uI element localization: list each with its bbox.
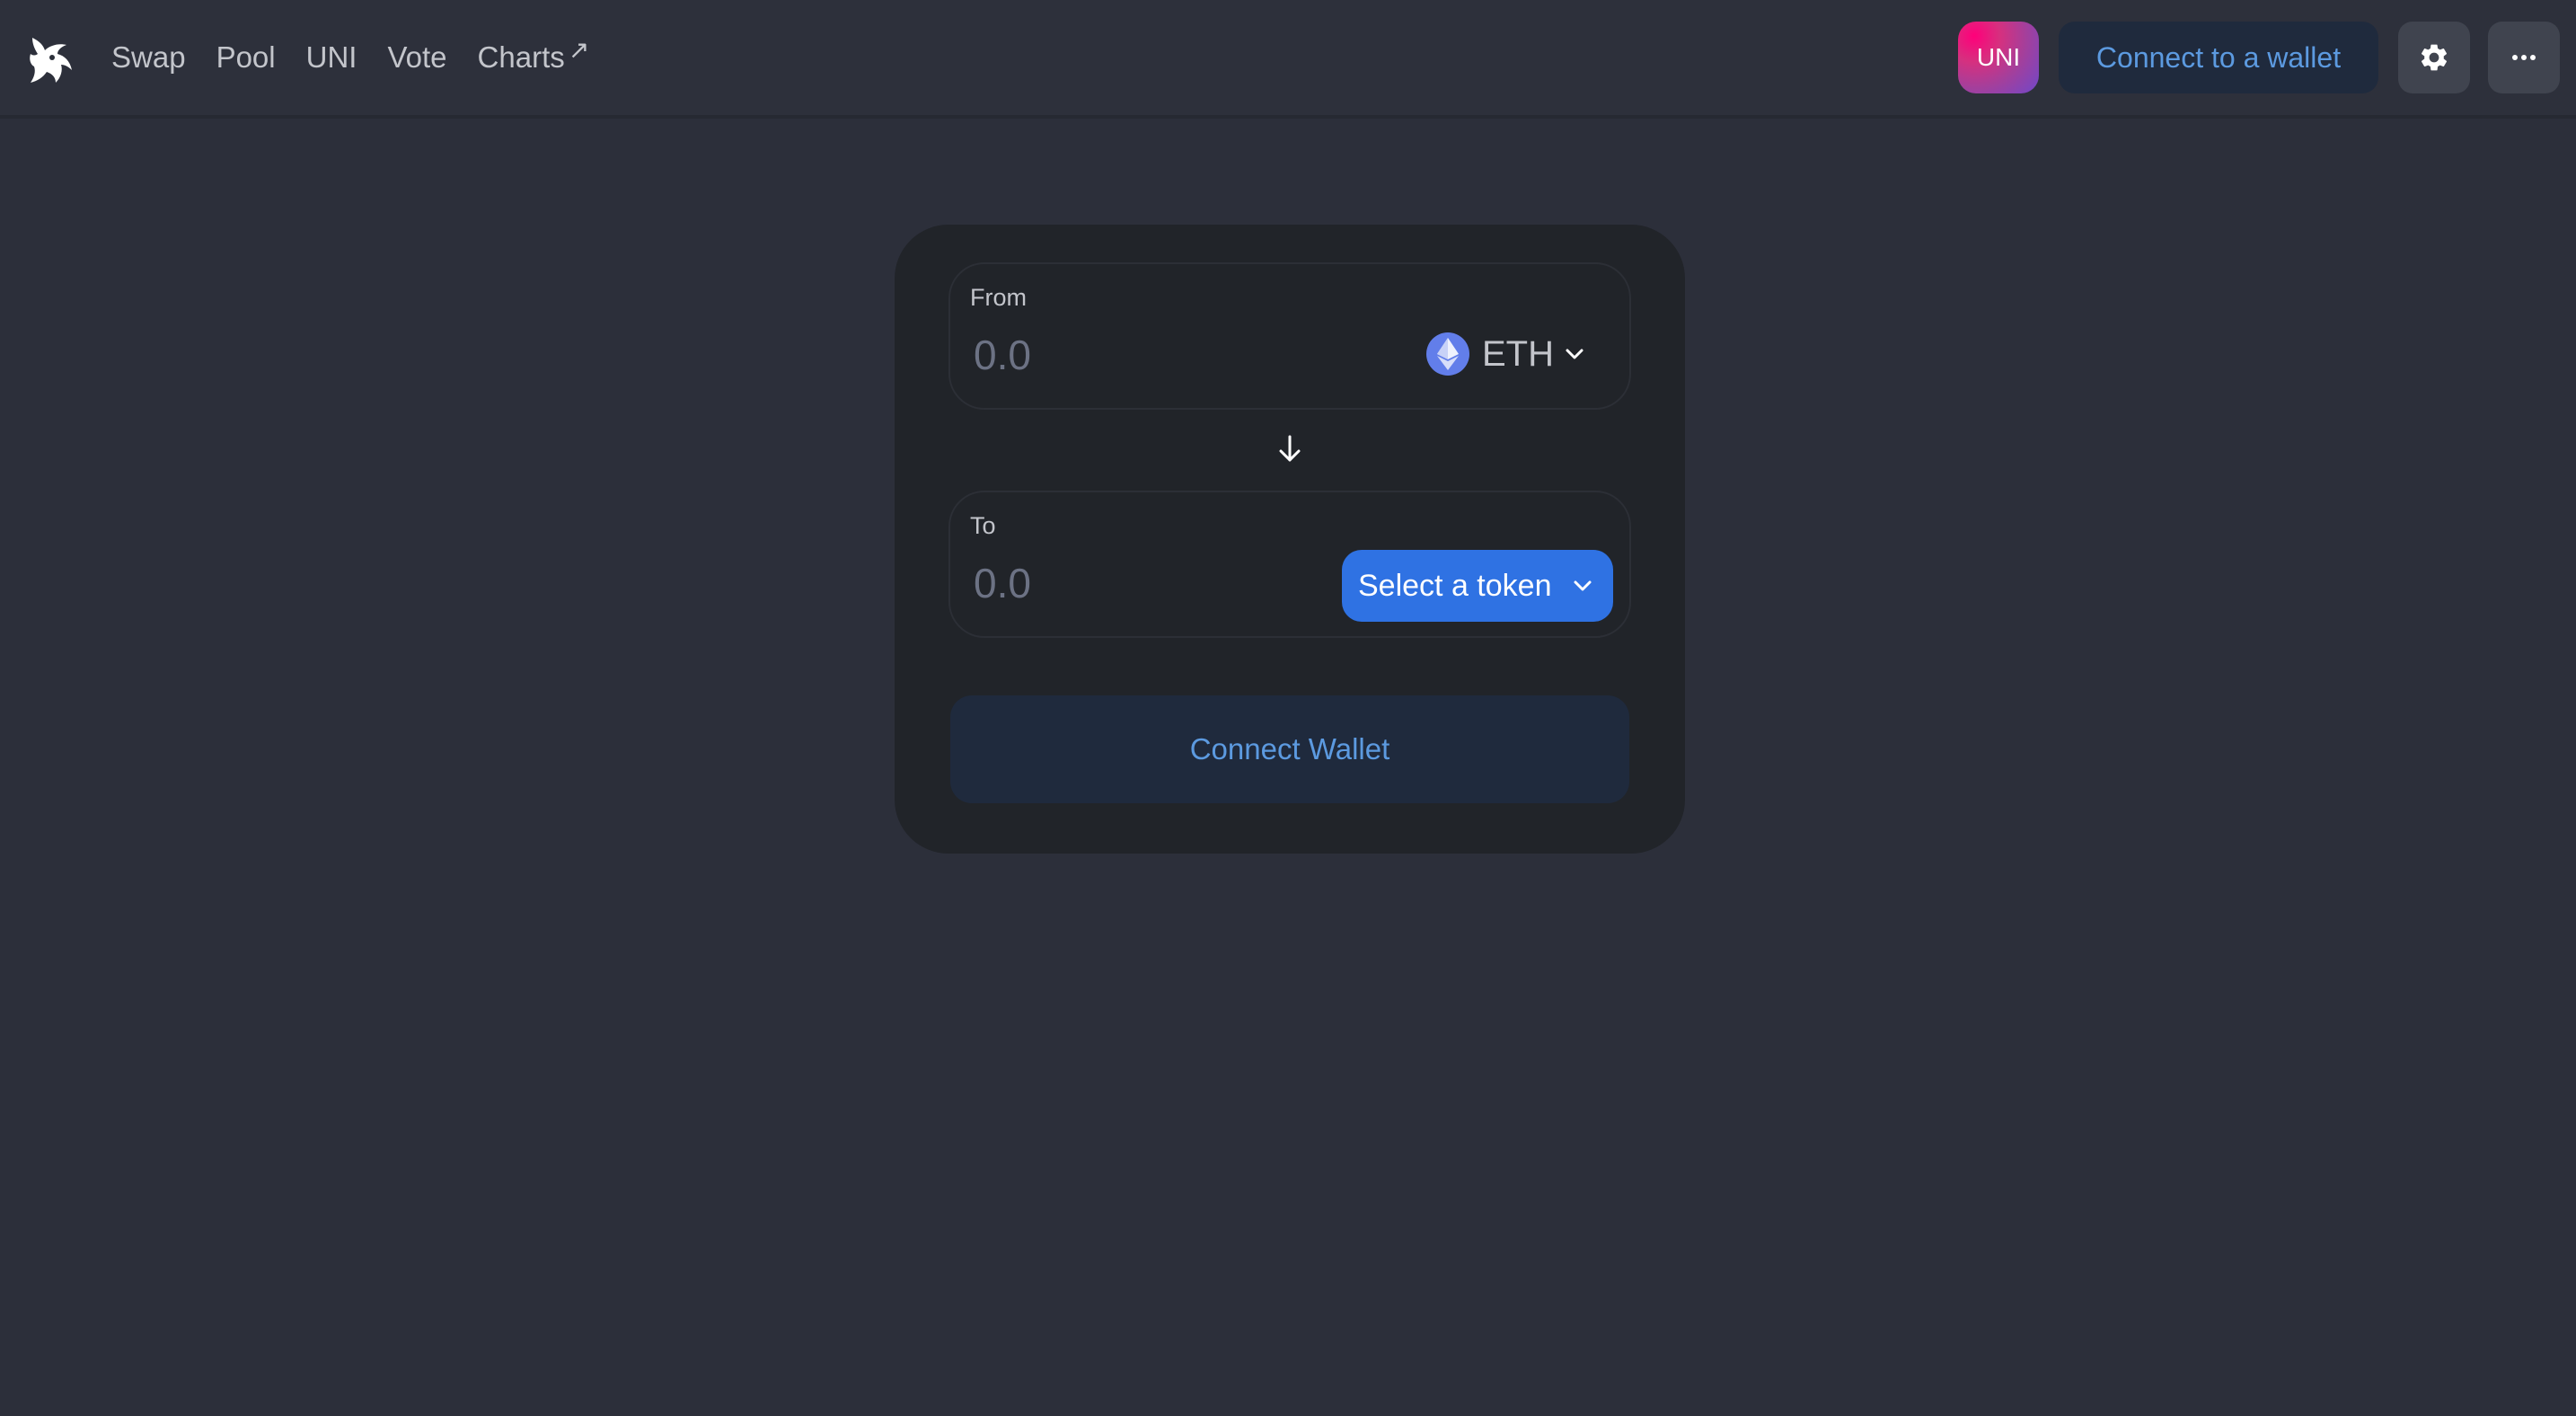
from-panel: From ETH — [948, 262, 1631, 410]
uni-token-badge[interactable]: UNI — [1958, 22, 2039, 93]
nav-charts-label: Charts — [477, 40, 565, 74]
connect-to-wallet-button[interactable]: Connect to a wallet — [2059, 22, 2378, 93]
to-amount-input[interactable] — [974, 559, 1351, 607]
to-panel: To Select a token — [948, 491, 1631, 638]
select-token-label: Select a token — [1358, 568, 1552, 603]
swap-card: From ETH To Select a token — [895, 225, 1685, 854]
uniswap-unicorn-logo[interactable] — [25, 32, 75, 86]
chevron-down-icon — [1574, 580, 1592, 591]
nav-charts[interactable]: Charts ↗ — [477, 36, 590, 75]
eth-icon — [1426, 332, 1469, 376]
more-options-button[interactable] — [2488, 22, 2560, 93]
nav-vote-label: Vote — [387, 40, 447, 74]
nav-swap[interactable]: Swap — [111, 40, 186, 75]
nav-pool[interactable]: Pool — [216, 40, 276, 75]
nav-swap-label: Swap — [111, 40, 186, 74]
unicorn-icon — [30, 38, 72, 83]
external-link-icon: ↗ — [568, 36, 590, 64]
gear-icon — [2421, 44, 2448, 71]
nav-uni[interactable]: UNI — [306, 40, 357, 75]
more-dots-icon — [2512, 55, 2536, 60]
from-token-selector[interactable]: ETH — [1426, 327, 1584, 381]
to-label: To — [970, 512, 996, 539]
chevron-down-icon — [1566, 349, 1584, 359]
nav-vote[interactable]: Vote — [387, 40, 446, 75]
from-amount-input[interactable] — [974, 331, 1351, 379]
select-token-button[interactable]: Select a token — [1342, 550, 1613, 622]
from-label: From — [970, 284, 1027, 311]
from-token-symbol: ETH — [1482, 333, 1554, 374]
settings-button[interactable] — [2398, 22, 2470, 93]
main-nav: Swap Pool UNI Vote Charts ↗ — [111, 36, 620, 75]
nav-pool-label: Pool — [216, 40, 276, 74]
swap-direction-arrow-icon[interactable] — [1274, 433, 1306, 465]
top-navigation-bar: Swap Pool UNI Vote Charts ↗ UNI Connect … — [0, 0, 2576, 119]
nav-uni-label: UNI — [305, 40, 357, 74]
connect-wallet-button[interactable]: Connect Wallet — [950, 695, 1629, 803]
